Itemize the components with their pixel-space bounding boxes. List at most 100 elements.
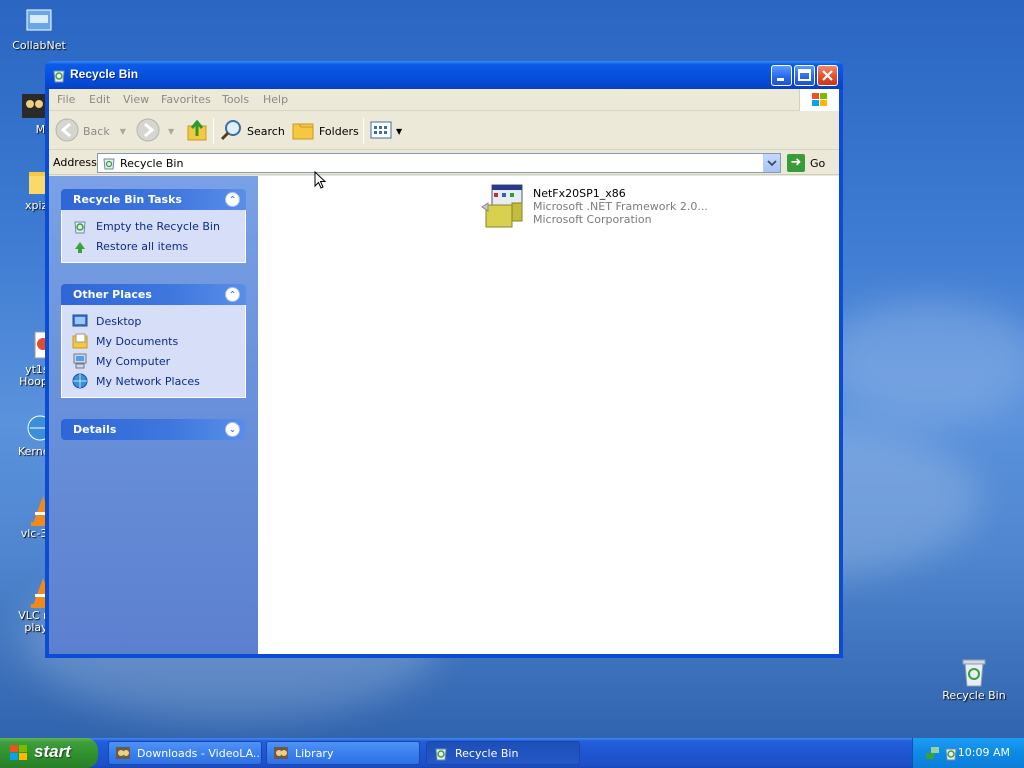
mouse-cursor-icon — [314, 170, 328, 194]
go-button[interactable]: ➜ Go — [787, 153, 825, 173]
file-item[interactable]: NetFx20SP1_x86 Microsoft .NET Framework … — [480, 181, 780, 231]
title-bar[interactable]: Recycle Bin — [45, 61, 843, 89]
panel-title: Other Places — [73, 288, 152, 301]
place-label: My Documents — [96, 334, 179, 348]
window-title: Recycle Bin — [70, 67, 139, 81]
taskbar: start Downloads - VideoLA... Library Rec… — [0, 738, 1024, 768]
details-header[interactable]: Details ⌄ — [61, 419, 246, 440]
vlc-cone-icon — [13, 494, 55, 526]
chevron-down-icon: ▼ — [396, 126, 403, 136]
file-list: NetFx20SP1_x86 Microsoft .NET Framework … — [258, 176, 839, 654]
maximize-button[interactable] — [794, 65, 815, 86]
task-label: Library — [295, 746, 334, 760]
tray-recycle-icon[interactable] — [943, 745, 959, 764]
chevron-down-icon[interactable]: ▼ — [168, 127, 174, 136]
desktop-icon-label: Recycle Bin — [942, 689, 1006, 702]
taskbar-task-library[interactable]: Library — [266, 741, 420, 765]
restore-arrow-icon — [72, 238, 88, 254]
forward-button[interactable]: ▼ — [136, 112, 174, 150]
forward-arrow-icon — [136, 118, 160, 145]
windows-flag-icon — [10, 745, 28, 762]
place-my-documents[interactable]: My Documents — [72, 331, 245, 351]
start-button[interactable]: start — [0, 738, 98, 768]
search-button[interactable]: Search — [219, 112, 285, 150]
menu-favorites[interactable]: Favorites — [161, 93, 211, 106]
place-my-network-places[interactable]: My Network Places — [72, 371, 245, 391]
details-panel: Details ⌄ — [61, 419, 246, 440]
search-label: Search — [247, 124, 285, 138]
folders-label: Folders — [319, 124, 359, 138]
panel-title: Details — [73, 423, 117, 436]
collabnet-icon — [23, 6, 55, 38]
file-name: NetFx20SP1_x86 — [533, 187, 626, 200]
panel-body: Desktop My Documents My Computer My Netw… — [61, 305, 246, 398]
back-button[interactable]: Back ▼ — [55, 112, 126, 150]
collapse-chevron-icon[interactable]: ⌃ — [225, 287, 240, 302]
expand-chevron-icon[interactable]: ⌄ — [225, 422, 240, 437]
recycle-bin-icon — [51, 67, 67, 83]
restore-all-items-link[interactable]: Restore all items — [72, 236, 245, 256]
menu-bar: File Edit View Favorites Tools Help — [49, 89, 839, 111]
taskbar-task-downloads[interactable]: Downloads - VideoLA... — [108, 741, 262, 765]
minimize-button[interactable] — [771, 65, 792, 86]
menu-edit[interactable]: Edit — [89, 93, 110, 106]
file-company: Microsoft Corporation — [533, 213, 652, 226]
address-dropdown-button[interactable] — [763, 154, 780, 172]
desktop-icon-collabnet[interactable]: CollabNet — [0, 6, 78, 52]
network-globe-icon — [72, 373, 88, 389]
collapse-chevron-icon[interactable]: ⌃ — [225, 192, 240, 207]
folders-button[interactable]: Folders — [291, 112, 359, 150]
desktop-icon-recycle-bin[interactable]: Recycle Bin — [935, 656, 1013, 702]
task-label: Recycle Bin — [455, 746, 519, 760]
menu-file[interactable]: File — [57, 93, 75, 106]
installer-package-icon — [480, 183, 526, 229]
my-documents-icon — [72, 333, 88, 349]
folders-icon — [291, 118, 315, 145]
views-button[interactable]: ▼ — [369, 112, 402, 150]
globe-icon — [16, 412, 53, 444]
recycle-bin-icon — [958, 656, 990, 688]
desktop-icon — [72, 313, 88, 329]
taskbar-task-recycle-bin[interactable]: Recycle Bin — [426, 741, 580, 765]
task-label: Restore all items — [96, 239, 189, 253]
recycle-bin-tasks-header[interactable]: Recycle Bin Tasks ⌃ — [61, 189, 246, 210]
vlc-cone-icon — [13, 576, 55, 608]
go-label: Go — [810, 156, 826, 170]
address-label: Address — [53, 156, 97, 169]
toolbar-separator — [213, 118, 214, 144]
content-area: Recycle Bin Tasks ⌃ Empty the Recycle Bi… — [49, 176, 839, 654]
menu-help[interactable]: Help — [263, 93, 288, 106]
clock[interactable]: 10:09 AM — [958, 746, 1010, 759]
toolbar-separator — [363, 118, 364, 144]
place-label: My Computer — [96, 354, 171, 368]
place-my-computer[interactable]: My Computer — [72, 351, 245, 371]
up-folder-button[interactable] — [185, 112, 209, 150]
menu-view[interactable]: View — [123, 93, 149, 106]
close-button[interactable] — [817, 65, 838, 86]
other-places-panel: Other Places ⌃ Desktop My Documents My C… — [61, 284, 246, 398]
folder-icon — [15, 166, 47, 198]
file-description: Microsoft .NET Framework 2.0... — [533, 200, 708, 213]
menu-tools[interactable]: Tools — [222, 93, 249, 106]
panel-body: Empty the Recycle Bin Restore all items — [61, 210, 246, 263]
address-input[interactable]: Recycle Bin — [97, 153, 781, 173]
my-computer-icon — [72, 353, 88, 369]
other-places-header[interactable]: Other Places ⌃ — [61, 284, 246, 305]
cloud — [820, 300, 1024, 420]
explorer-window: Recycle Bin File Edit View Favorites Too… — [45, 61, 843, 658]
windows-flag-icon — [799, 89, 839, 111]
recycle-bin-icon — [433, 745, 449, 761]
recycle-bin-icon — [102, 156, 116, 170]
empty-recycle-bin-link[interactable]: Empty the Recycle Bin — [72, 216, 245, 236]
back-arrow-icon — [55, 118, 79, 145]
search-icon — [219, 118, 243, 145]
place-desktop[interactable]: Desktop — [72, 311, 245, 331]
chevron-down-icon[interactable]: ▼ — [120, 127, 126, 136]
library-icon — [273, 745, 289, 761]
task-label: Empty the Recycle Bin — [96, 219, 220, 233]
go-arrow-icon: ➜ — [787, 154, 805, 172]
vlc-library-icon — [115, 745, 131, 761]
window-body: File Edit View Favorites Tools Help Back… — [49, 89, 839, 654]
back-label: Back — [83, 124, 110, 138]
tray-network-icon[interactable] — [925, 745, 941, 764]
